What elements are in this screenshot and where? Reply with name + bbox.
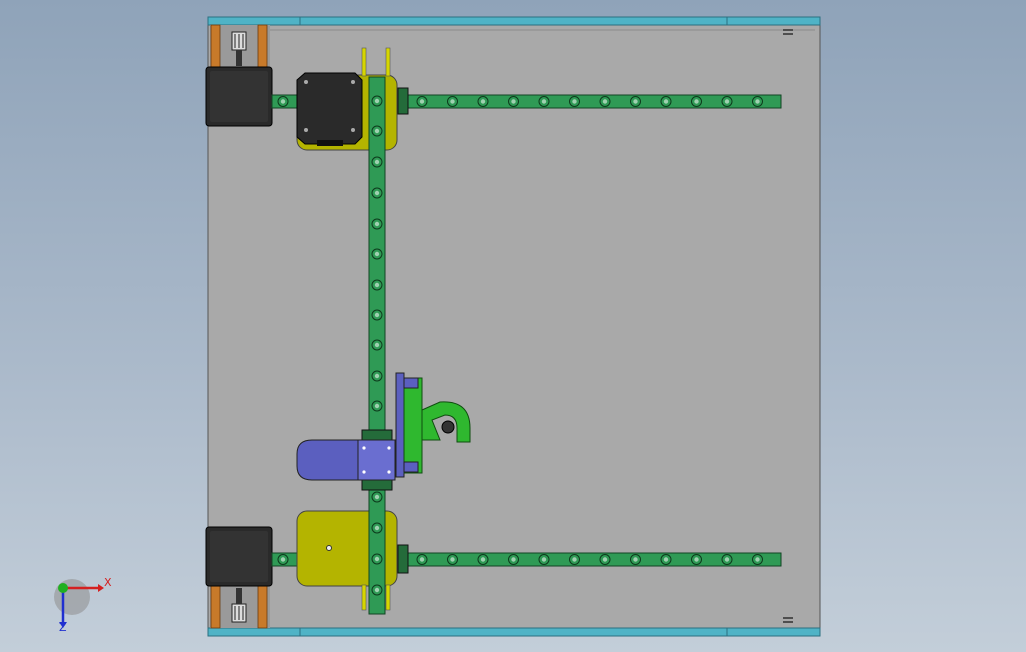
y-axis-dot [58,583,68,593]
rail-hole-center [724,99,730,104]
rail-hole-center [755,99,760,104]
rail-hole-center [541,99,547,104]
z-axis-label: Z [59,621,67,634]
rail-hole-center [280,557,286,562]
rail-hole-center [450,99,455,104]
rail-hole-center [755,557,760,562]
rail-hole-center [374,587,380,593]
view-orientation-triad[interactable]: X Z [54,576,112,634]
belt-tower-top-left[interactable] [210,24,270,71]
rail-hole-center [511,557,516,562]
cad-viewport[interactable]: X Z [0,0,1026,652]
rail-hole-center [602,99,608,104]
rail-hole-center [694,99,699,104]
rail-hole-center [419,557,425,562]
rail-hole-center [374,251,380,257]
rail-hole-center [633,99,638,104]
rail-hole-center [374,159,380,165]
rail-hole-center [602,557,608,562]
rail-hole-center [511,99,516,104]
stepper-motor-top-left[interactable] [205,66,273,127]
rail-hole-center [280,99,286,104]
rail-hole-center [724,557,730,562]
rail-hole-center [374,190,380,196]
rail-hole-center [374,525,380,531]
rail-hole-center [374,221,380,227]
rail-hole-center [374,128,380,134]
rail-hole-center [374,98,380,104]
rail-hole-center [374,556,380,562]
rail-hole-center [374,403,380,409]
rail-hole-center [480,557,486,562]
rail-hole-center [374,282,380,288]
belt-tower-bottom-left[interactable] [210,584,270,629]
rail-hole-center [572,99,577,104]
rail-hole-center [374,342,380,348]
rail-hole-center [633,557,638,562]
x-axis-label: X [104,576,112,589]
rail-hole-center [694,557,699,562]
rail-hole-center [663,99,669,104]
rail-hole-center [450,557,455,562]
rail-hole-center [541,557,547,562]
stepper-motor-top-carriage[interactable] [296,72,363,146]
rail-hole-center [374,373,380,379]
rail-hole-center [572,557,577,562]
stepper-motor-bottom-left[interactable] [205,526,273,587]
rail-hole-center [374,494,380,500]
rail-hole-center [419,99,425,104]
rail-hole-center [663,557,669,562]
rail-hole-center [374,312,380,318]
rail-hole-center [480,99,486,104]
